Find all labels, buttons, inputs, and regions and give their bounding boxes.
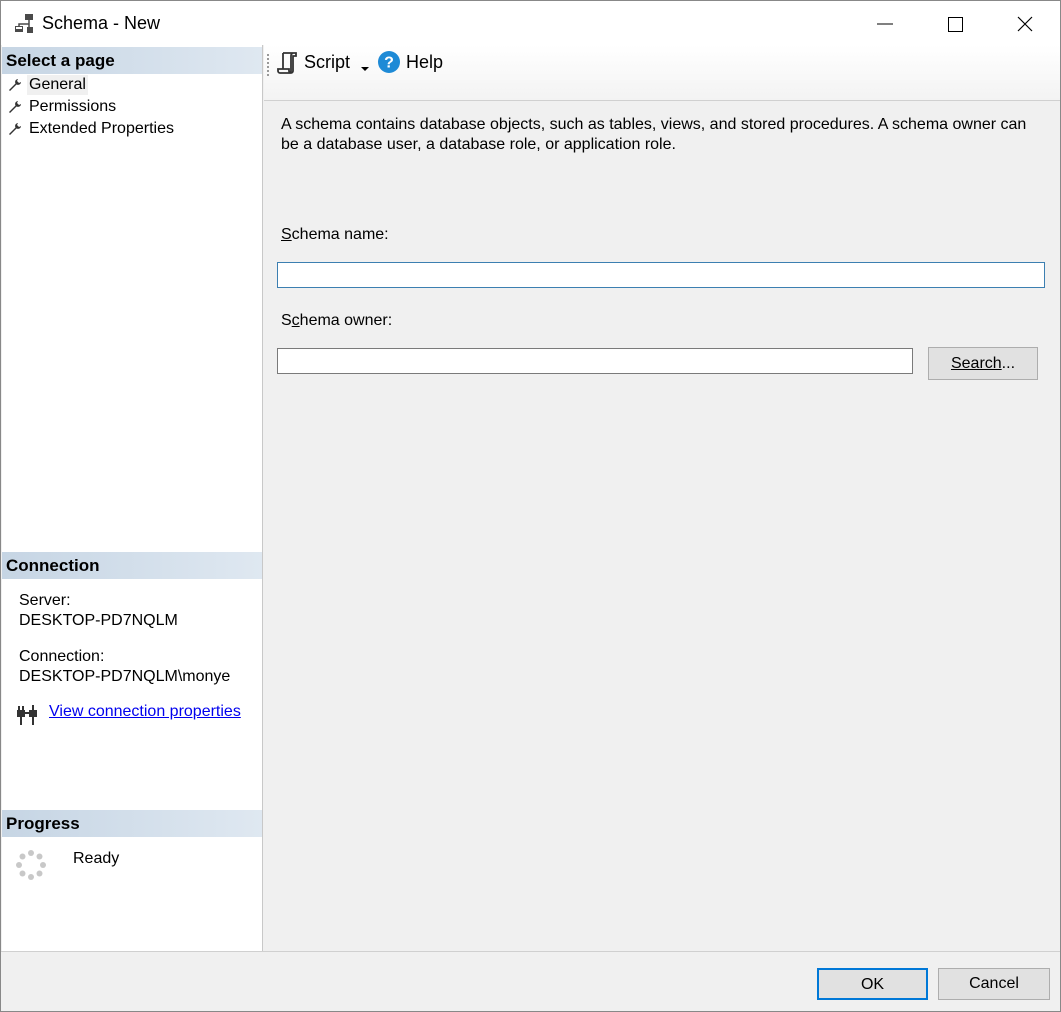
toolbar-grip (267, 54, 269, 76)
connection-value: DESKTOP-PD7NQLM\monye (19, 668, 231, 685)
wrench-icon (9, 79, 21, 91)
wrench-icon (9, 123, 21, 135)
window-title: Schema - New (42, 13, 161, 33)
page-item-label: General (27, 75, 88, 95)
page-description: A schema contains database objects, such… (281, 116, 1027, 153)
maximize-button[interactable] (920, 1, 990, 45)
maximize-icon (948, 17, 963, 32)
help-label: Help (406, 52, 444, 72)
schema-new-dialog: Schema - New Select a page General Permi… (0, 0, 1061, 1012)
connection-header: Connection (2, 552, 262, 579)
caret-down-icon (361, 67, 369, 71)
schema-owner-label-mnemonic: c (291, 312, 300, 329)
progress-status: Ready (73, 850, 120, 867)
schema-name-label-mnemonic: S (281, 226, 292, 243)
server-label: Server: (19, 592, 71, 609)
schema-owner-label-start: S (281, 312, 292, 329)
page-item-label: Permissions (29, 98, 117, 115)
general-page-content: A schema contains database objects, such… (264, 101, 1060, 951)
plug-icon (15, 702, 41, 728)
schema-name-input[interactable] (277, 262, 1045, 288)
close-icon (1017, 16, 1033, 32)
view-connection-properties-link[interactable]: View connection properties (49, 702, 241, 722)
search-button-ellipsis: ... (1001, 355, 1016, 372)
server-value: DESKTOP-PD7NQLM (19, 612, 178, 629)
schema-name-label: Schema name: (281, 225, 389, 245)
minimize-icon (877, 23, 893, 25)
ok-button[interactable]: OK (817, 968, 928, 1000)
progress-spinner-icon (15, 849, 47, 881)
search-button-label: Search (950, 355, 1002, 372)
wrench-icon (9, 101, 21, 113)
schema-owner-label: Schema owner: (281, 311, 392, 331)
cancel-button[interactable]: Cancel (938, 968, 1050, 1000)
close-button[interactable] (990, 1, 1060, 45)
script-label: Script (304, 52, 351, 72)
script-icon (277, 52, 297, 74)
left-panel: Select a page General Permissions Extend… (2, 45, 263, 951)
dialog-footer: OK Cancel (1, 951, 1060, 1011)
toolbar: Script ? Help (264, 45, 1060, 101)
page-item-label: Extended Properties (29, 120, 174, 137)
title-bar: Schema - New (1, 1, 1060, 45)
select-page-header: Select a page (2, 47, 262, 74)
search-button[interactable]: Search... (928, 347, 1038, 380)
schema-owner-label-text: hema owner: (299, 312, 393, 329)
connection-label: Connection: (19, 648, 105, 665)
schema-icon (13, 12, 37, 36)
schema-name-label-text: chema name: (291, 226, 389, 243)
progress-header: Progress (2, 810, 262, 837)
minimize-button[interactable] (850, 1, 920, 45)
svg-text:?: ? (384, 55, 394, 72)
schema-owner-input[interactable] (277, 348, 913, 374)
help-icon: ? (378, 51, 400, 73)
script-dropdown-arrow[interactable] (360, 59, 370, 77)
